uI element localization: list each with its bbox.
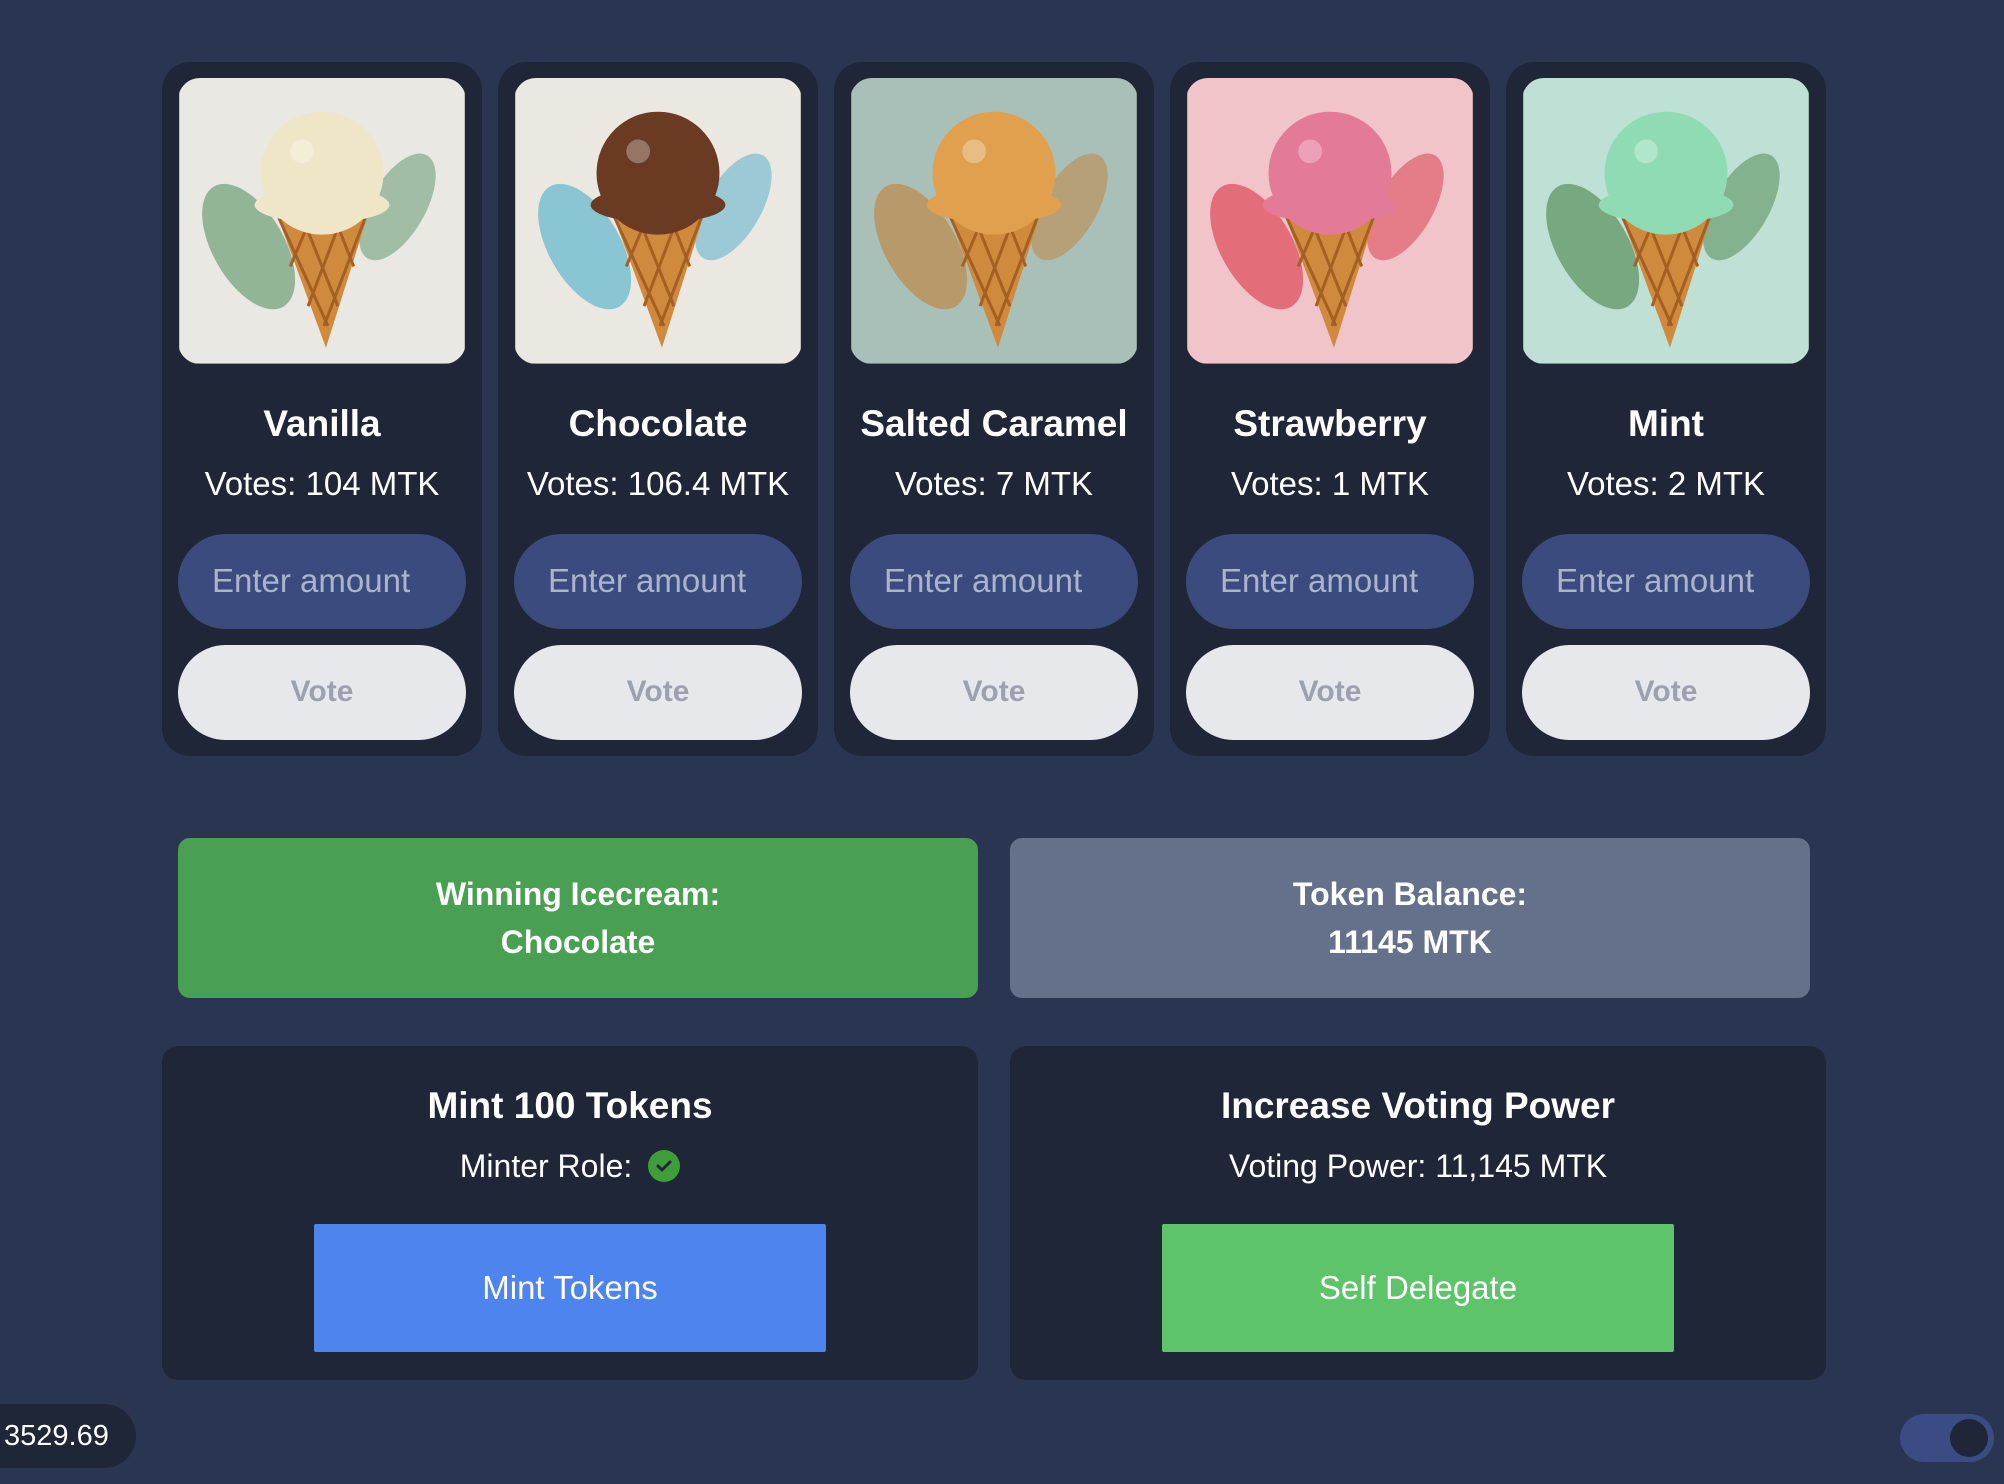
toggle-knob: [1950, 1419, 1988, 1457]
vote-amount-input[interactable]: [1186, 533, 1474, 629]
flavor-card-mint: Mint Votes: 2 MTK Vote: [1506, 62, 1826, 756]
vote-amount-input[interactable]: [178, 533, 466, 629]
vanilla-ice-cream-cone-image: [179, 78, 465, 364]
vote-button[interactable]: Vote: [514, 644, 802, 740]
winning-icecream-box: Winning Icecream: Chocolate: [178, 838, 978, 998]
voting-power-panel: Increase Voting Power Voting Power: 11,1…: [1010, 1046, 1826, 1380]
flavor-votes: Votes: 2 MTK: [1566, 464, 1766, 502]
flavor-votes: Votes: 1 MTK: [1230, 464, 1430, 502]
vote-button[interactable]: Vote: [1522, 644, 1810, 740]
flavor-name: Mint: [1627, 402, 1705, 444]
vote-amount-input[interactable]: [850, 533, 1138, 629]
mint-ice-cream-cone-image: [1523, 78, 1809, 364]
balance-value: 11145 MTK: [1328, 924, 1492, 960]
voting-power-title: Increase Voting Power: [1220, 1085, 1616, 1126]
flavor-votes: Votes: 106.4 MTK: [526, 464, 790, 502]
flavor-card-strawberry: Strawberry Votes: 1 MTK Vote: [1170, 62, 1490, 756]
flavor-card-vanilla: Vanilla Votes: 104 MTK Vote: [162, 62, 482, 756]
minter-role-label: Minter Role:: [459, 1148, 633, 1184]
token-balance-box: Token Balance: 11145 MTK: [1010, 838, 1810, 998]
vote-amount-input[interactable]: [1522, 533, 1810, 629]
mint-tokens-button[interactable]: Mint Tokens: [314, 1224, 826, 1352]
flavor-card-chocolate: Chocolate Votes: 106.4 MTK Vote: [498, 62, 818, 756]
flavor-image: [178, 78, 466, 364]
flavor-name: Vanilla: [263, 402, 381, 444]
theme-toggle[interactable]: [1900, 1414, 1994, 1462]
winning-label: Winning Icecream:: [435, 876, 721, 912]
flavor-image: [514, 78, 802, 364]
flavor-image: [1186, 78, 1474, 364]
balance-label: Token Balance:: [1292, 876, 1528, 912]
check-circle-icon: [648, 1150, 681, 1182]
mint-panel-title: Mint 100 Tokens: [427, 1085, 713, 1126]
chocolate-ice-cream-cone-image: [515, 78, 801, 364]
vote-amount-input[interactable]: [514, 533, 802, 629]
winning-value: Chocolate: [500, 924, 656, 960]
vote-button[interactable]: Vote: [850, 644, 1138, 740]
flavor-image: [850, 78, 1138, 364]
self-delegate-button[interactable]: Self Delegate: [1162, 1224, 1674, 1352]
flavor-card-salted-caramel: Salted Caramel Votes: 7 MTK Vote: [834, 62, 1154, 756]
flavor-cards: Vanilla Votes: 104 MTK Vote: [162, 62, 1826, 756]
page: Vanilla Votes: 104 MTK Vote: [0, 0, 2004, 1484]
vote-button[interactable]: Vote: [178, 644, 466, 740]
eth-price-badge: 3529.69: [0, 1404, 136, 1468]
flavor-name: Strawberry: [1233, 402, 1427, 444]
flavor-image: [1522, 78, 1810, 364]
flavor-votes: Votes: 104 MTK: [204, 464, 440, 502]
minter-role: Minter Role:: [460, 1144, 681, 1188]
flavor-votes: Votes: 7 MTK: [894, 464, 1094, 502]
flavor-name: Chocolate: [568, 402, 748, 444]
flavor-name: Salted Caramel: [860, 402, 1128, 444]
vote-button[interactable]: Vote: [1186, 644, 1474, 740]
caramel-ice-cream-cone-image: [851, 78, 1137, 364]
strawberry-ice-cream-cone-image: [1187, 78, 1473, 364]
mint-panel: Mint 100 Tokens Minter Role: Mint Tokens: [162, 1046, 978, 1380]
voting-power-value: Voting Power: 11,145 MTK: [1228, 1148, 1608, 1184]
